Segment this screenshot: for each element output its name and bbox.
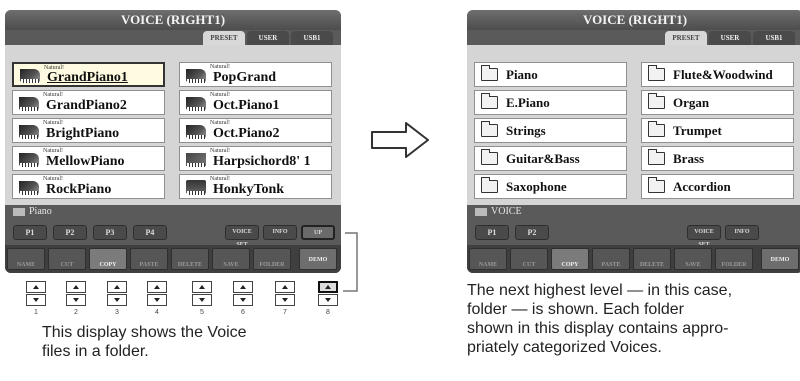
folder-icon [480, 93, 498, 109]
folder-item-strings[interactable]: Strings [474, 118, 627, 143]
folder-name: Trumpet [673, 122, 722, 138]
button-number: 4 [155, 309, 159, 316]
delete-button[interactable]: DELETE [633, 248, 671, 270]
folder-item-trumpet[interactable]: Trumpet [641, 118, 794, 143]
down-arrow-icon [318, 294, 338, 306]
panel-button-4[interactable] [147, 281, 167, 306]
folder-list: Piano Flute&Woodwind E.Piano Organ Strin… [467, 45, 800, 205]
button-number: 6 [241, 309, 245, 316]
folder-level-display: VOICE (RIGHT1) PRESET USER USB1 Piano Fl… [467, 10, 800, 273]
panel-button-8[interactable] [318, 281, 338, 306]
caption-line: files in a folder. [42, 343, 149, 360]
folder-icon [480, 65, 498, 81]
down-arrow-icon [107, 294, 127, 306]
copy-button[interactable]: COPY [551, 248, 589, 270]
caption-right: The next highest level — in this case, f… [467, 281, 800, 357]
folder-item-guitar-bass[interactable]: Guitar&Bass [474, 146, 627, 171]
folder-name: Guitar&Bass [506, 150, 580, 166]
button-number: 7 [283, 309, 287, 316]
up-arrow-icon [192, 281, 212, 293]
panel-button-2[interactable] [66, 281, 86, 306]
tab-preset[interactable]: PRESET [665, 31, 707, 45]
button-number: 1 [34, 309, 38, 316]
folder-item-flute-woodwind[interactable]: Flute&Woodwind [641, 62, 794, 87]
down-arrow-icon [66, 294, 86, 306]
down-arrow-icon [233, 294, 253, 306]
page-p1-button[interactable]: P1 [475, 225, 509, 240]
demo-button[interactable]: DEMO [761, 248, 799, 270]
folder-name: Flute&Woodwind [673, 66, 773, 82]
folder-name: Brass [673, 150, 705, 166]
display-title: VOICE (RIGHT1) [467, 10, 800, 30]
down-arrow-icon [147, 294, 167, 306]
button-number: 5 [200, 309, 204, 316]
page-p2-button[interactable]: P2 [515, 225, 549, 240]
voice-set-button[interactable]: VOICE SET [687, 225, 721, 248]
folder-name: Saxophone [506, 178, 567, 194]
right-arrow-icon [371, 122, 429, 158]
folder-icon [647, 65, 665, 81]
folder-name: Piano [506, 66, 538, 82]
folder-icon [647, 149, 665, 165]
panel-button-5[interactable] [192, 281, 212, 306]
panel-button-6[interactable] [233, 281, 253, 306]
folder-icon [647, 93, 665, 109]
caption-line: shown in this display contains appro- [467, 320, 729, 337]
button-number: 8 [326, 309, 330, 316]
cut-button[interactable]: CUT [510, 248, 548, 270]
button-number: 3 [115, 309, 119, 316]
folder-name: Strings [506, 122, 546, 138]
folder-icon [647, 121, 665, 137]
folder-item-organ[interactable]: Organ [641, 90, 794, 115]
up-arrow-icon [233, 281, 253, 293]
up-arrow-icon [318, 281, 338, 293]
caption-line: This display shows the Voice [42, 324, 247, 341]
info-button[interactable]: INFO [725, 225, 759, 240]
folder-item-accordion[interactable]: Accordion [641, 174, 794, 199]
folder-item-brass[interactable]: Brass [641, 146, 794, 171]
panel-button-3[interactable] [107, 281, 127, 306]
up-arrow-icon [66, 281, 86, 293]
caption-line: The next highest level — in this case, [467, 282, 733, 299]
page-button-row: P1 P2 VOICE SET INFO [467, 222, 800, 248]
caption-line: folder — is shown. Each folder [467, 301, 684, 318]
up-arrow-icon [26, 281, 46, 293]
up-arrow-icon [147, 281, 167, 293]
folder-path: VOICE [475, 206, 522, 217]
folder-icon [647, 177, 665, 193]
panel-button-7[interactable] [275, 281, 295, 306]
folder-name: Organ [673, 94, 710, 110]
path-label: VOICE [491, 206, 522, 217]
folder-name: E.Piano [506, 94, 550, 110]
folder-icon [475, 207, 487, 216]
down-arrow-icon [26, 294, 46, 306]
save-button[interactable]: SAVE [674, 248, 712, 270]
down-arrow-icon [275, 294, 295, 306]
paste-button[interactable]: PASTE [592, 248, 630, 270]
up-arrow-icon [107, 281, 127, 293]
name-button[interactable]: NAME [469, 248, 507, 270]
folder-item-saxophone[interactable]: Saxophone [474, 174, 627, 199]
folder-button[interactable]: FOLDER [715, 248, 753, 270]
panel-button-1[interactable] [26, 281, 46, 306]
folder-item-epiano[interactable]: E.Piano [474, 90, 627, 115]
drive-tabs: PRESET USER USB1 [665, 31, 795, 45]
folder-name: Accordion [673, 178, 731, 194]
folder-icon [480, 121, 498, 137]
button-number: 2 [74, 309, 78, 316]
folder-item-piano[interactable]: Piano [474, 62, 627, 87]
caption-line: priately categorized Voices. [467, 339, 662, 356]
down-arrow-icon [192, 294, 212, 306]
folder-icon [480, 149, 498, 165]
tab-user[interactable]: USER [709, 31, 751, 45]
up-arrow-icon [275, 281, 295, 293]
folder-icon [480, 177, 498, 193]
function-button-row: NAME CUT COPY PASTE DELETE SAVE FOLDER D… [467, 245, 800, 273]
caption-left: This display shows the Voice files in a … [42, 323, 342, 361]
tab-usb1[interactable]: USB1 [753, 31, 795, 45]
